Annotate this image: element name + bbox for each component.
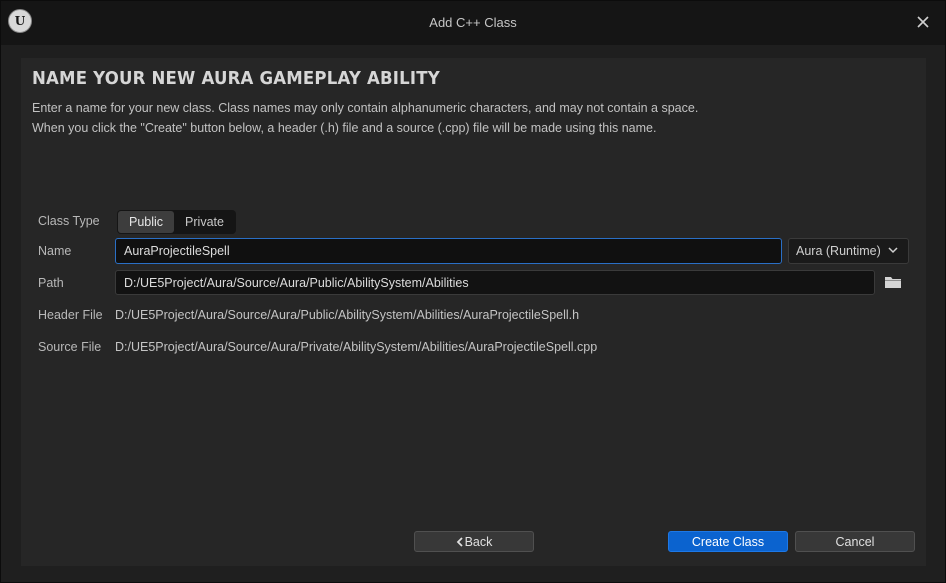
module-dropdown[interactable]: Aura (Runtime) [788,238,909,264]
close-button[interactable] [913,12,933,32]
back-button-label: Back [464,534,493,549]
header-file-label: Header File [38,308,103,322]
module-dropdown-value: Aura (Runtime) [796,244,881,258]
description-line-1: Enter a name for your new class. Class n… [32,101,699,115]
dialog-panel: NAME YOUR NEW AURA GAMEPLAY ABILITY Ente… [21,58,926,566]
add-cpp-class-window: U Add C++ Class NAME YOUR NEW AURA GAMEP… [0,0,946,583]
path-input[interactable]: D:/UE5Project/Aura/Source/Aura/Public/Ab… [115,270,875,295]
class-type-public-option[interactable]: Public [118,211,175,233]
class-name-input[interactable]: AuraProjectileSpell [115,238,782,264]
class-type-toggle: Public Private [117,210,236,234]
class-type-label: Class Type [38,214,100,228]
page-title: NAME YOUR NEW AURA GAMEPLAY ABILITY [32,68,440,89]
browse-folder-button[interactable] [884,275,906,293]
folder-icon [885,277,901,288]
path-label: Path [38,276,64,290]
close-icon [917,16,929,28]
create-class-button[interactable]: Create Class [668,531,788,552]
cancel-button[interactable]: Cancel [795,531,915,552]
source-file-label: Source File [38,340,102,354]
window-title: Add C++ Class [429,15,517,30]
header-file-value: D:/UE5Project/Aura/Source/Aura/Public/Ab… [115,308,580,322]
chevron-down-icon [888,247,898,254]
source-file-value: D:/UE5Project/Aura/Source/Aura/Private/A… [115,340,598,354]
class-type-private-option[interactable]: Private [174,211,235,233]
description-line-2: When you click the "Create" button below… [32,121,657,135]
chevron-left-icon [456,536,463,547]
title-bar[interactable]: U Add C++ Class [1,1,945,45]
name-label: Name [38,244,72,258]
back-button[interactable]: Back [414,531,534,552]
